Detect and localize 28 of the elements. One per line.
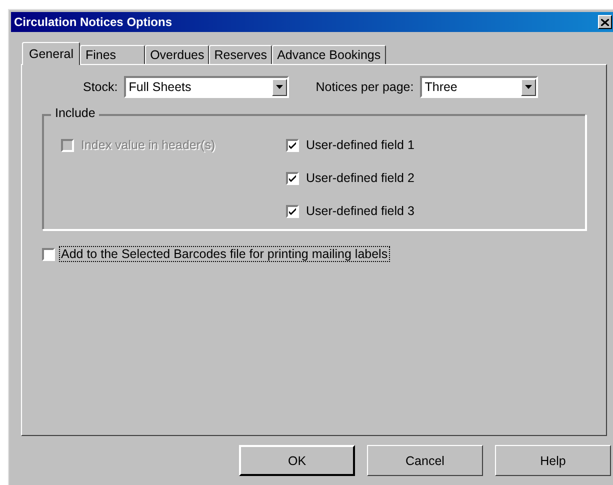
close-button[interactable] <box>598 15 612 29</box>
window-title: Circulation Notices Options <box>14 15 172 29</box>
tab[interactable]: Reserves <box>209 45 272 64</box>
dialog-button[interactable]: Cancel <box>367 445 483 476</box>
dialog-button[interactable]: OK <box>239 445 355 476</box>
notices-per-page-dropdown[interactable]: Three <box>420 76 538 98</box>
tab[interactable]: Overdues <box>145 45 210 64</box>
checkbox[interactable] <box>286 204 299 218</box>
checkbox-label: Index value in header(s) <box>81 138 216 152</box>
checkbox-label: Add to the Selected Barcodes file for printing mailing labels <box>60 247 389 261</box>
check-icon <box>288 206 297 216</box>
stock-label: Stock: <box>83 80 118 94</box>
close-icon <box>601 18 609 26</box>
checkbox-label: User-defined field 1 <box>306 138 414 152</box>
stock-dropdown[interactable]: Full Sheets <box>124 76 289 98</box>
checkbox-label: User-defined field 3 <box>306 204 414 218</box>
checkbox-label: User-defined field 2 <box>306 171 414 185</box>
checkbox[interactable] <box>286 138 299 152</box>
check-icon <box>288 140 297 150</box>
tab[interactable]: Fines <box>80 45 146 64</box>
check-icon <box>288 174 297 182</box>
dialog-button[interactable]: Help <box>495 445 611 476</box>
notices-per-page-label: Notices per page: <box>316 80 414 94</box>
checkbox[interactable] <box>42 248 55 260</box>
group-title: Include <box>51 106 100 120</box>
tab[interactable]: Advance Bookings <box>272 45 386 64</box>
checkbox[interactable] <box>286 172 299 184</box>
tab[interactable]: General <box>22 42 80 65</box>
